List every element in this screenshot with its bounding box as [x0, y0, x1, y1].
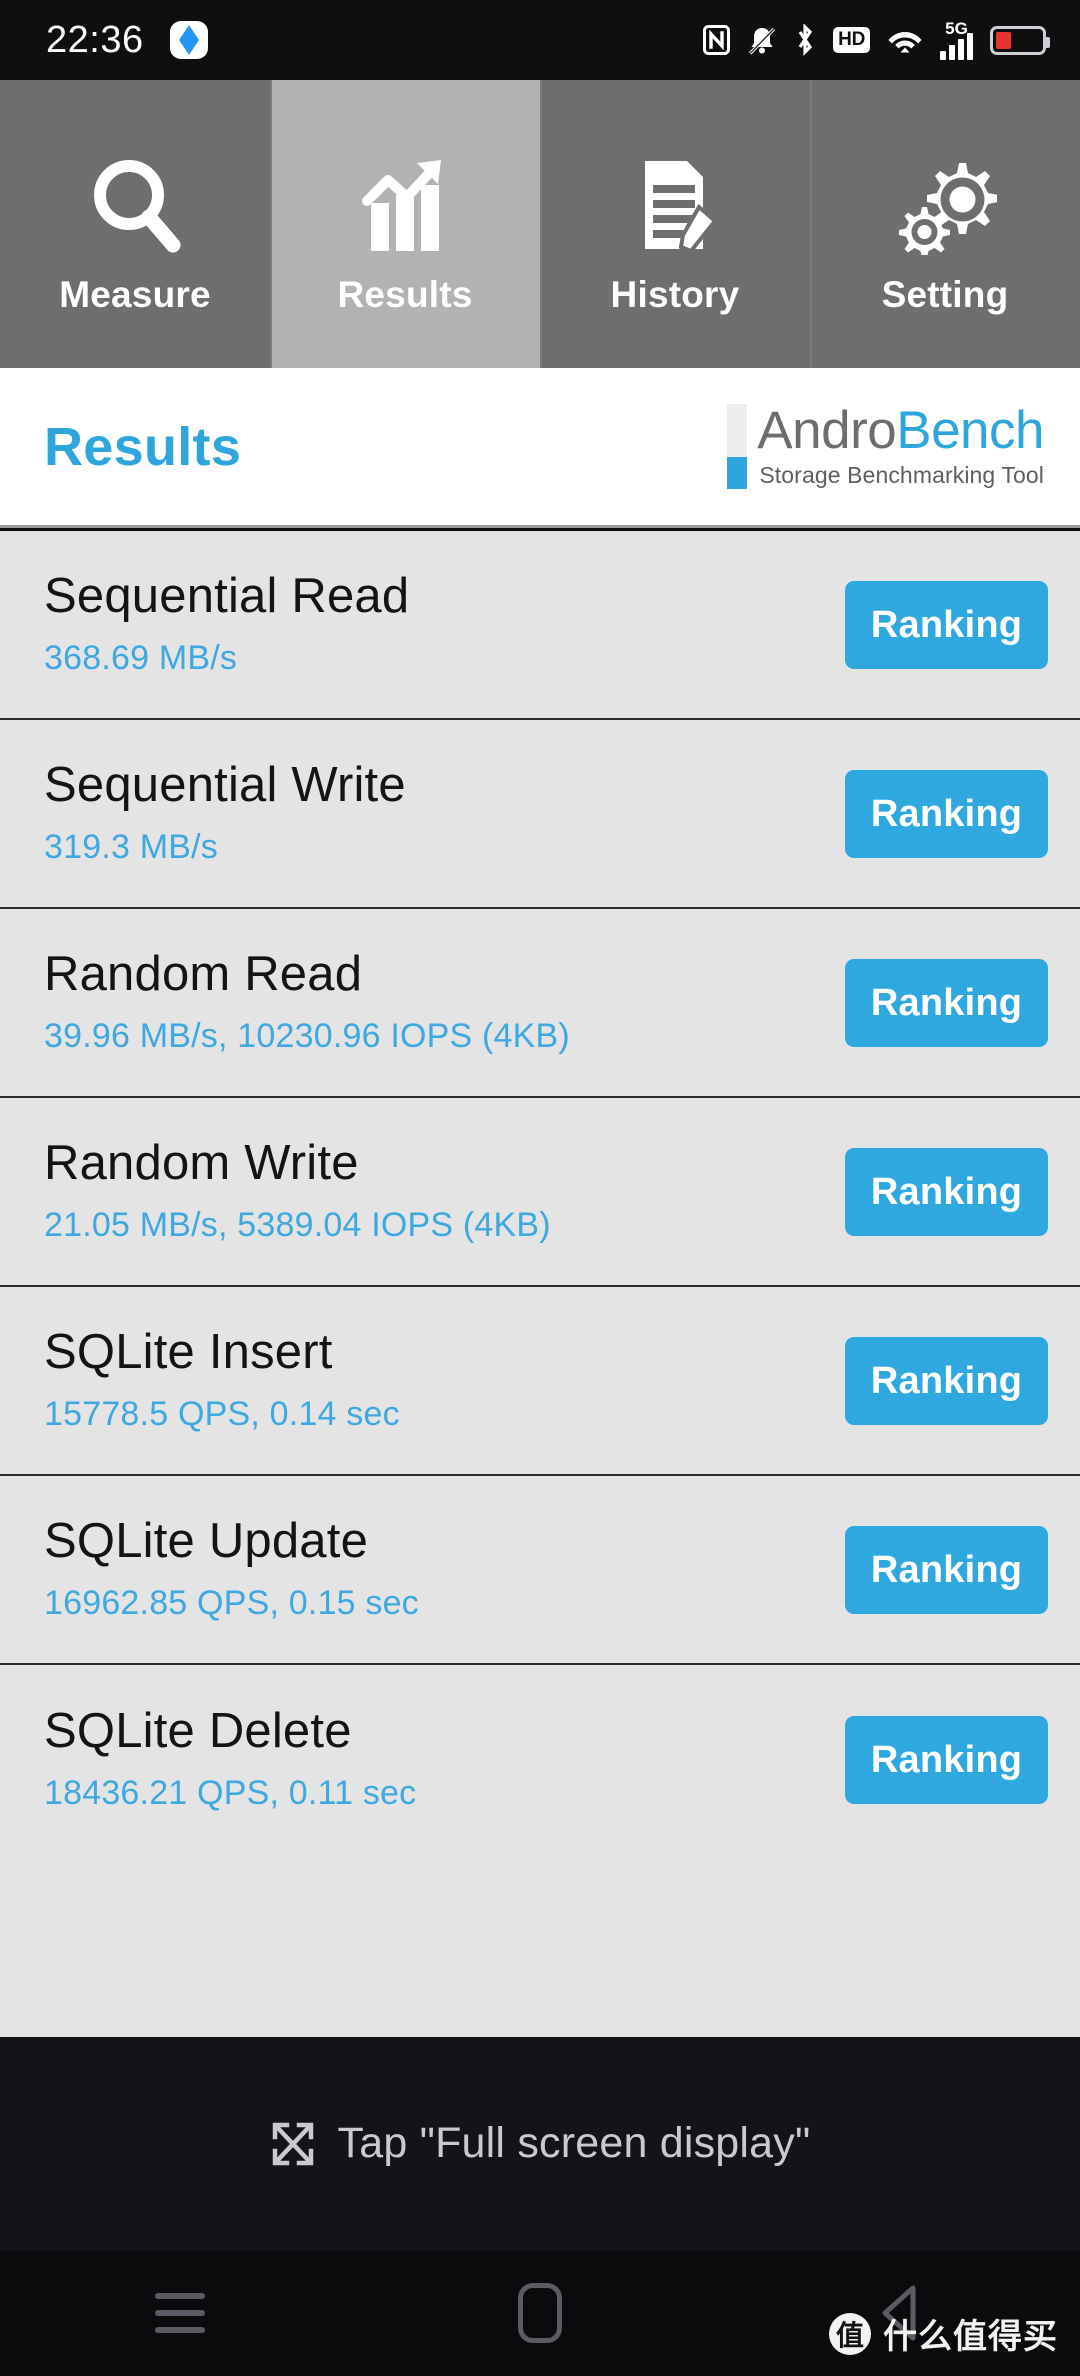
status-bar-icons: HD 5G — [703, 20, 1050, 60]
recents-button[interactable] — [0, 2293, 360, 2333]
fullscreen-hint-text: Tap "Full screen display" — [337, 2119, 811, 2167]
ranking-button[interactable]: Ranking — [845, 1715, 1048, 1804]
hd-icon: HD — [833, 27, 870, 53]
menu-icon — [155, 2293, 205, 2333]
ranking-button[interactable]: Ranking — [845, 1336, 1048, 1425]
tab-history[interactable]: History — [540, 80, 810, 368]
result-value: 39.96 MB/s, 10230.96 IOPS (4KB) — [44, 1016, 570, 1055]
result-value: 16962.85 QPS, 0.15 sec — [44, 1583, 419, 1622]
app-header: Results AndroBench Storage Benchmarking … — [0, 368, 1080, 528]
fullscreen-hint-banner[interactable]: Tap "Full screen display" — [0, 2037, 1080, 2250]
result-title: Sequential Write — [44, 758, 406, 813]
results-list[interactable]: Sequential Read 368.69 MB/s Ranking Sequ… — [0, 531, 1080, 2037]
table-row[interactable]: SQLite Update 16962.85 QPS, 0.15 sec Ran… — [0, 1476, 1080, 1665]
main-tab-bar: Measure Results History Setting — [0, 80, 1080, 368]
bell-muted-icon — [747, 25, 777, 56]
tab-results[interactable]: Results — [270, 80, 540, 368]
result-title: Random Read — [44, 947, 363, 1002]
ranking-button[interactable]: Ranking — [845, 580, 1048, 669]
tab-history-label: History — [610, 274, 740, 315]
app-badge-icon — [169, 21, 208, 59]
result-value: 21.05 MB/s, 5389.04 IOPS (4KB) — [44, 1205, 551, 1244]
result-value: 319.3 MB/s — [44, 827, 218, 866]
logo-subtitle: Storage Benchmarking Tool — [759, 462, 1044, 489]
ranking-button[interactable]: Ranking — [845, 1147, 1048, 1236]
result-value: 368.69 MB/s — [44, 638, 238, 677]
table-row[interactable]: Random Write 21.05 MB/s, 5389.04 IOPS (4… — [0, 1098, 1080, 1287]
page-title: Results — [44, 416, 242, 477]
bluetooth-icon — [794, 24, 816, 56]
tab-measure-label: Measure — [59, 274, 211, 315]
magnifier-icon — [87, 146, 183, 264]
androbench-logo: AndroBench Storage Benchmarking Tool — [727, 400, 1044, 490]
result-title: SQLite Update — [44, 1514, 369, 1569]
tab-setting-label: Setting — [881, 274, 1009, 315]
watermark-text: 什么值得买 — [883, 2317, 1058, 2357]
table-row[interactable]: Random Read 39.96 MB/s, 10230.96 IOPS (4… — [0, 909, 1080, 1098]
battery-low-icon — [990, 25, 1050, 55]
result-title: SQLite Delete — [44, 1704, 352, 1759]
nfc-icon — [703, 25, 731, 55]
bar-chart-arrow-icon — [355, 146, 455, 264]
ranking-button[interactable]: Ranking — [845, 1525, 1048, 1614]
document-pen-icon — [625, 146, 725, 264]
logo-suffix: Bench — [896, 400, 1044, 460]
status-bar-clock: 22:36 — [46, 19, 144, 61]
tab-setting[interactable]: Setting — [810, 80, 1080, 368]
logo-prefix: Andro — [757, 400, 897, 460]
phone-screen: 22:36 HD 5G Measure Results History Sett… — [0, 0, 1080, 2376]
signal-5g-icon: 5G — [940, 20, 973, 60]
ranking-button[interactable]: Ranking — [845, 958, 1048, 1047]
home-icon — [518, 2283, 562, 2343]
status-bar: 22:36 HD 5G — [0, 0, 1080, 80]
watermark: 值 什么值得买 — [829, 2309, 1058, 2358]
fullscreen-expand-icon — [270, 2121, 316, 2167]
ranking-button[interactable]: Ranking — [845, 769, 1048, 858]
result-title: Sequential Read — [44, 569, 410, 624]
signal-bars — [940, 33, 973, 60]
result-title: Random Write — [44, 1136, 359, 1191]
table-row[interactable]: Sequential Write 319.3 MB/s Ranking — [0, 720, 1080, 909]
gears-icon — [893, 146, 997, 264]
logo-accent-bar — [727, 403, 748, 490]
tab-results-label: Results — [337, 274, 473, 315]
table-row[interactable]: SQLite Insert 15778.5 QPS, 0.14 sec Rank… — [0, 1287, 1080, 1476]
result-title: SQLite Insert — [44, 1325, 333, 1380]
table-row[interactable]: SQLite Delete 18436.21 QPS, 0.11 sec Ran… — [0, 1665, 1080, 1854]
tab-measure[interactable]: Measure — [0, 80, 270, 368]
wifi-icon — [887, 25, 923, 55]
watermark-logo-icon: 值 — [829, 2312, 871, 2355]
table-row[interactable]: Sequential Read 368.69 MB/s Ranking — [0, 531, 1080, 720]
home-button[interactable] — [360, 2283, 720, 2343]
result-value: 18436.21 QPS, 0.11 sec — [44, 1773, 417, 1812]
result-value: 15778.5 QPS, 0.14 sec — [44, 1394, 400, 1433]
